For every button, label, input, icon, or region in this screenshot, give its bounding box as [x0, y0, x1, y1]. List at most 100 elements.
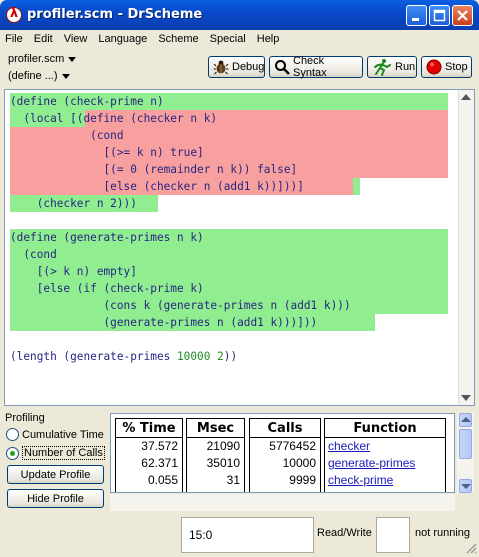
column-header: Calls: [250, 419, 320, 438]
code-line-text: (length (generate-primes 10000 2)): [10, 350, 238, 363]
update-profile-label: Update Profile: [20, 468, 91, 481]
menu-scheme[interactable]: Scheme: [158, 33, 198, 45]
scroll-down-icon[interactable]: [461, 395, 471, 401]
table-cell: 21090: [206, 439, 240, 453]
code-line-text: [(>= k n) true]: [10, 146, 204, 159]
maximize-icon: [433, 9, 446, 22]
resize-grip-icon[interactable]: [465, 542, 477, 554]
define-dropdown[interactable]: (define ...): [8, 70, 70, 82]
radio-unselected-icon: [6, 428, 19, 441]
code-line: (cons k (generate-primes n (add1 k))): [10, 297, 448, 314]
window-title: profiler.scm - DrScheme: [27, 7, 203, 22]
menu-edit[interactable]: Edit: [34, 33, 53, 45]
define-dropdown-label: (define ...): [8, 70, 58, 82]
magnifier-icon: [275, 60, 290, 75]
table-cell: 31: [226, 473, 240, 487]
code-line-text: (generate-primes n (add1 k)))])): [10, 316, 318, 329]
menu-help[interactable]: Help: [257, 33, 280, 45]
code-line: [(> k n) empty]: [10, 263, 448, 280]
profile-results[interactable]: % Time 37.572 62.371 0.055 Msec 21090 35…: [110, 413, 455, 493]
msec-column: Msec 21090 35010 31: [186, 418, 245, 492]
menu-view[interactable]: View: [64, 33, 88, 45]
close-button[interactable]: [452, 5, 473, 26]
cumulative-time-label: Cumulative Time: [22, 428, 104, 441]
code-line-text: (define (generate-primes n k): [10, 231, 204, 244]
menu-bar: File Edit View Language Scheme Special H…: [0, 30, 479, 48]
hide-profile-button[interactable]: Hide Profile: [7, 489, 104, 508]
code-line-text: [(> k n) empty]: [10, 265, 137, 278]
code-line: (generate-primes n (add1 k)))])): [10, 314, 448, 331]
table-cell: 10000: [282, 456, 316, 470]
number-of-calls-radio[interactable]: Number of Calls: [6, 446, 105, 460]
cursor-position: 15:0: [181, 517, 314, 553]
menu-special[interactable]: Special: [210, 33, 246, 45]
cumulative-time-radio[interactable]: Cumulative Time: [6, 428, 104, 441]
debug-button[interactable]: Debug: [208, 56, 265, 78]
run-button[interactable]: Run: [367, 56, 417, 78]
check-syntax-button[interactable]: Check Syntax: [269, 55, 363, 79]
update-profile-button[interactable]: Update Profile: [7, 465, 104, 484]
menu-language[interactable]: Language: [98, 33, 147, 45]
scroll-down-icon: [461, 484, 471, 489]
pct-time-column: % Time 37.572 62.371 0.055: [115, 418, 183, 492]
stop-button[interactable]: Stop: [421, 56, 472, 78]
function-link-cell: generate-primes: [325, 455, 445, 472]
chevron-down-icon: [68, 56, 77, 62]
code-line-text: [else (if (check-prime k): [10, 282, 204, 295]
drscheme-lambda-icon: [6, 6, 22, 23]
radio-selected-icon: [6, 446, 19, 460]
code-line: [(>= k n) true]: [10, 144, 448, 161]
table-cell: 5776452: [269, 439, 316, 453]
code-line: (local [(define (checker n k): [10, 110, 448, 127]
running-man-icon: [374, 59, 391, 76]
column-header: Msec: [187, 419, 244, 438]
function-link-cell: check-prime: [325, 472, 445, 489]
code-line: [else (if (check-prime k): [10, 280, 448, 297]
editor-scrollbar[interactable]: [458, 90, 474, 405]
calls-column: Calls 5776452 10000 9999: [249, 418, 321, 492]
definitions-editor[interactable]: (define (check-prime n) (local [(define …: [4, 89, 475, 406]
toolbar: profiler.scm (define ...) Debug Check Sy…: [0, 50, 479, 88]
function-link-cell: checker: [325, 438, 445, 455]
scroll-thumb[interactable]: [459, 429, 472, 459]
table-cell: 35010: [206, 456, 240, 470]
code-line-text: (define (check-prime n): [10, 95, 164, 108]
code-line-text: (cons k (generate-primes n (add1 k))): [10, 299, 351, 312]
table-cell: 37.572: [141, 439, 178, 453]
stop-label: Stop: [445, 61, 468, 73]
title-bar: profiler.scm - DrScheme: [0, 0, 479, 30]
code-line: (length (generate-primes 10000 2)): [10, 348, 448, 365]
code-line-text: [(= 0 (remainder n k)) false]: [10, 163, 298, 176]
minimize-button[interactable]: [406, 5, 427, 26]
code-line-text: (checker n 2))): [10, 197, 137, 210]
function-link[interactable]: generate-primes: [328, 456, 415, 470]
run-label: Run: [395, 61, 416, 73]
scroll-up-icon: [461, 417, 471, 422]
file-dropdown-label: profiler.scm: [8, 53, 65, 65]
check-syntax-label: Check Syntax: [293, 55, 327, 79]
scroll-down-button[interactable]: [459, 479, 472, 493]
hide-profile-label: Hide Profile: [27, 492, 84, 505]
code-line-text: (local [(define (checker n k): [10, 112, 218, 125]
code-area[interactable]: (define (check-prime n) (local [(define …: [10, 93, 448, 365]
function-link[interactable]: check-prime: [328, 473, 393, 487]
status-bar: 15:0 Read/Write not running: [0, 516, 479, 557]
code-line: (cond: [10, 127, 448, 144]
maximize-button[interactable]: [429, 5, 450, 26]
close-icon: [457, 10, 468, 21]
file-dropdown[interactable]: profiler.scm: [8, 53, 77, 65]
profiling-panel: Profiling Cumulative Time Number of Call…: [4, 410, 105, 516]
scroll-up-button[interactable]: [459, 413, 472, 427]
function-link[interactable]: checker: [328, 439, 370, 453]
profile-scrollbar[interactable]: [457, 413, 474, 493]
profile-horizontal-scrollbar[interactable]: [110, 494, 455, 511]
bug-icon: [213, 60, 229, 75]
minimize-icon: [412, 18, 419, 21]
scroll-up-icon[interactable]: [461, 94, 471, 100]
menu-file[interactable]: File: [5, 33, 23, 45]
code-line-text: [else (checker n (add1 k))]))]: [10, 180, 304, 193]
code-line: [else (checker n (add1 k))]))]: [10, 178, 448, 195]
stop-icon: [426, 59, 442, 75]
